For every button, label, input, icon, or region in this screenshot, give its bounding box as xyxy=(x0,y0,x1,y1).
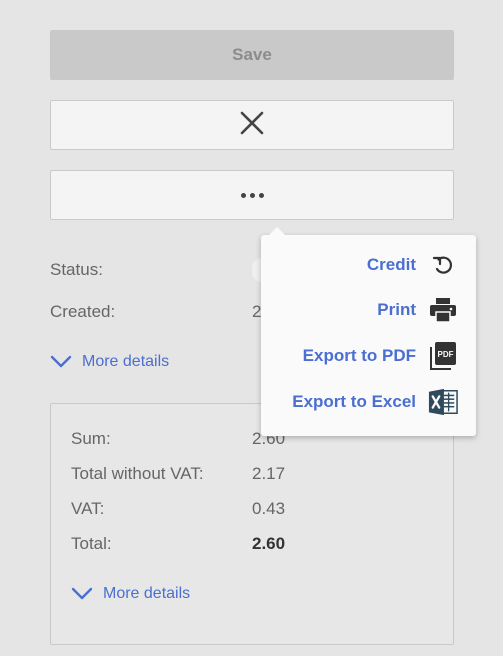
created-label: Created: xyxy=(50,302,116,321)
more-details-label: More details xyxy=(82,353,170,370)
vat-value: 0.43 xyxy=(252,499,286,518)
pdf-file-icon: PDF xyxy=(428,341,458,371)
save-button-label: Save xyxy=(232,45,272,64)
menu-item-credit[interactable]: Credit xyxy=(367,247,458,283)
menu-item-label: Export to Excel xyxy=(292,392,416,411)
save-button[interactable]: Save xyxy=(50,30,454,80)
svg-text:PDF: PDF xyxy=(438,350,454,359)
total-without-vat-value: 2.17 xyxy=(252,464,286,483)
close-button[interactable] xyxy=(50,100,454,150)
menu-item-export-excel[interactable]: Export to Excel xyxy=(292,384,458,420)
more-actions-button[interactable] xyxy=(50,170,454,220)
total-without-vat-label: Total without VAT: xyxy=(71,464,204,483)
total-label: Total: xyxy=(71,534,112,553)
printer-icon xyxy=(428,295,458,325)
chevron-down-icon xyxy=(50,355,72,368)
close-icon xyxy=(239,110,265,141)
menu-item-export-pdf[interactable]: Export to PDF PDF xyxy=(303,338,458,374)
actions-dropdown-menu: Credit Print Export to PDF PDF Export to… xyxy=(261,227,476,436)
vat-label: VAT: xyxy=(71,499,105,518)
chevron-down-icon xyxy=(71,587,93,600)
status-label: Status: xyxy=(50,260,103,279)
summary-more-details-link[interactable]: More details xyxy=(71,585,190,603)
ellipsis-icon xyxy=(240,192,264,198)
menu-item-label: Credit xyxy=(366,255,416,274)
total-value: 2.60 xyxy=(252,534,286,553)
menu-item-print[interactable]: Print xyxy=(377,292,458,328)
more-details-link[interactable]: More details xyxy=(50,353,169,371)
excel-file-icon xyxy=(428,387,458,417)
summary-panel: Sum: 2.60 Total without VAT: 2.17 VAT: 0… xyxy=(50,403,454,645)
menu-item-label: Export to PDF xyxy=(302,346,416,365)
menu-item-label: Print xyxy=(377,300,416,319)
undo-icon xyxy=(428,250,458,280)
more-details-label: More details xyxy=(103,585,191,602)
sum-label: Sum: xyxy=(71,429,111,448)
